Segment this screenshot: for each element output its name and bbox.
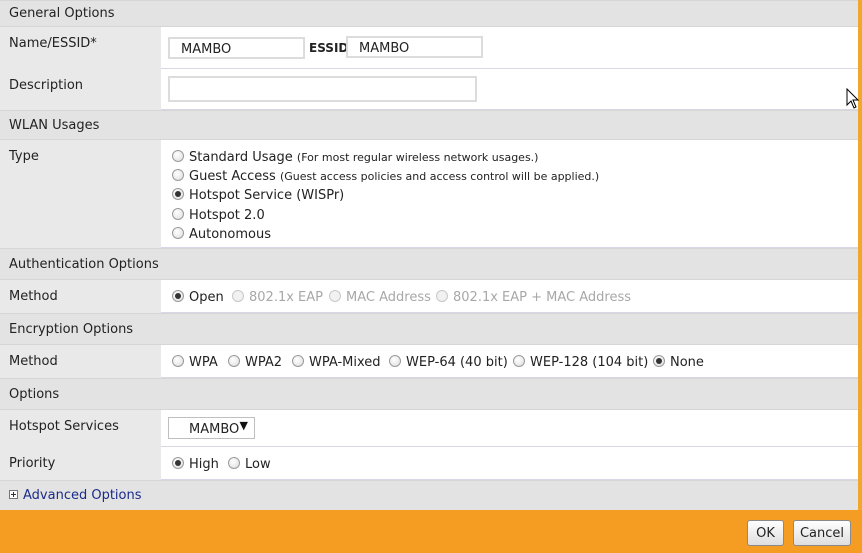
priority-label: Priority [0,447,161,480]
dialog-footer: OK Cancel [0,510,862,553]
chevron-down-icon: ▼ [239,419,248,432]
wlan-edit-form: General Options Name/ESSID* ESSID Descri… [0,0,862,510]
essid-input[interactable] [346,36,483,58]
encryption-option-label: WPA2 [245,355,283,370]
radio-hotspot-2[interactable] [172,208,184,220]
section-title: Encryption Options [9,321,134,337]
advanced-options-label: Advanced Options [23,488,142,503]
cancel-button[interactable]: Cancel [793,520,851,546]
radio-hotspot-service[interactable] [172,188,184,200]
type-option-label: Hotspot Service (WISPr) [189,188,345,203]
radio-mac-address [329,290,341,302]
priority-option-low[interactable]: Low [228,457,271,472]
radio-8021x-eap [232,290,244,302]
radio-autonomous[interactable] [172,227,184,239]
priority-option-label: High [189,457,219,472]
radio-guest-access[interactable] [172,169,184,181]
radio-wpa-mixed[interactable] [292,355,304,367]
radio-open[interactable] [172,290,184,302]
priority-option-label: Low [245,457,271,472]
row-description: Description [0,69,858,110]
auth-option-label: Open [189,290,224,305]
radio-none[interactable] [653,355,665,367]
description-input[interactable] [168,76,477,102]
encryption-option-label: WPA [189,355,218,370]
encryption-option-wpa-mixed[interactable]: WPA-Mixed [292,355,381,370]
type-option-hotspot-service[interactable]: Hotspot Service (WISPr) [172,188,344,203]
type-option-note: (For most regular wireless network usage… [296,151,539,164]
row-auth-method: Method Open 802.1x EAP MAC Address 802.1… [0,280,858,313]
auth-option-open[interactable]: Open [172,290,224,305]
radio-wep-64[interactable] [389,355,401,367]
type-option-note: (Guest access policies and access contro… [279,170,600,183]
type-options: Standard Usage (For most regular wireles… [161,140,858,248]
auth-option-label: MAC Address [346,290,431,305]
name-input[interactable] [168,37,305,59]
section-wlan-usages: WLAN Usages [0,110,858,140]
type-option-label: Standard Usage [189,150,293,165]
type-option-guest-access[interactable]: Guest Access (Guest access policies and … [172,169,599,184]
radio-high[interactable] [172,457,184,469]
radio-wpa2[interactable] [228,355,240,367]
name-essid-label: Name/ESSID* [0,27,161,69]
encryption-option-label: WEP-128 (104 bit) [530,355,649,370]
name-essid-value-cell: ESSID [161,27,858,69]
encryption-option-wpa2[interactable]: WPA2 [228,355,282,370]
type-option-label: Guest Access [189,169,276,184]
row-priority: Priority High Low [0,447,858,480]
expand-plus-icon[interactable] [9,490,18,499]
radio-standard-usage[interactable] [172,150,184,162]
priority-option-high[interactable]: High [172,457,219,472]
type-option-label: Hotspot 2.0 [189,208,265,223]
section-title: WLAN Usages [9,117,100,133]
section-general-options: General Options [0,0,858,27]
type-option-hotspot-2[interactable]: Hotspot 2.0 [172,208,265,223]
row-hotspot-services: Hotspot Services MAMBO ▼ [0,410,858,447]
encryption-option-label: WPA-Mixed [309,355,381,370]
auth-option-label: 802.1x EAP + MAC Address [453,290,632,305]
hotspot-services-selected: MAMBO [189,422,240,437]
section-authentication-options: Authentication Options [0,248,858,280]
encryption-option-label: WEP-64 (40 bit) [406,355,508,370]
ok-button[interactable]: OK [747,520,784,546]
hotspot-services-select[interactable]: MAMBO ▼ [168,417,255,439]
encryption-method-label: Method [0,345,161,378]
encryption-option-none[interactable]: None [653,355,704,370]
auth-option-8021x-eap-mac: 802.1x EAP + MAC Address [436,290,631,305]
encryption-option-wpa[interactable]: WPA [172,355,218,370]
section-options: Options [0,378,858,410]
section-encryption-options: Encryption Options [0,313,858,345]
description-value-cell [161,69,858,110]
encryption-option-wep-64[interactable]: WEP-64 (40 bit) [389,355,508,370]
type-option-autonomous[interactable]: Autonomous [172,227,271,242]
radio-8021x-eap-mac [436,290,448,302]
type-option-label: Autonomous [189,227,272,242]
encryption-method-options: WPA WPA2 WPA-Mixed WEP-64 (40 bit) WEP-1… [161,345,858,378]
radio-low[interactable] [228,457,240,469]
row-name-essid: Name/ESSID* ESSID [0,27,858,69]
section-title: Authentication Options [9,256,159,272]
section-title: Options [9,386,60,402]
encryption-option-label: None [670,355,704,370]
auth-option-8021x-eap: 802.1x EAP [232,290,323,305]
auth-option-label: 802.1x EAP [249,290,323,305]
encryption-option-wep-128[interactable]: WEP-128 (104 bit) [513,355,648,370]
essid-label: ESSID [309,41,349,55]
hotspot-services-label: Hotspot Services [0,410,161,447]
priority-options: High Low [161,447,858,480]
radio-wpa[interactable] [172,355,184,367]
advanced-options-toggle[interactable]: Advanced Options [9,488,142,503]
type-option-standard-usage[interactable]: Standard Usage (For most regular wireles… [172,150,538,165]
row-encryption-method: Method WPA WPA2 WPA-Mixed WEP-64 (40 bit… [0,345,858,378]
mouse-cursor-icon [846,88,860,109]
radio-wep-128[interactable] [513,355,525,367]
auth-option-mac-address: MAC Address [329,290,431,305]
auth-method-options: Open 802.1x EAP MAC Address 802.1x EAP +… [161,280,858,313]
section-title: General Options [9,6,115,21]
description-label: Description [0,69,161,110]
auth-method-label: Method [0,280,161,313]
hotspot-services-value-cell: MAMBO ▼ [161,410,858,447]
type-label: Type [0,140,161,248]
row-type: Type Standard Usage (For most regular wi… [0,140,858,248]
